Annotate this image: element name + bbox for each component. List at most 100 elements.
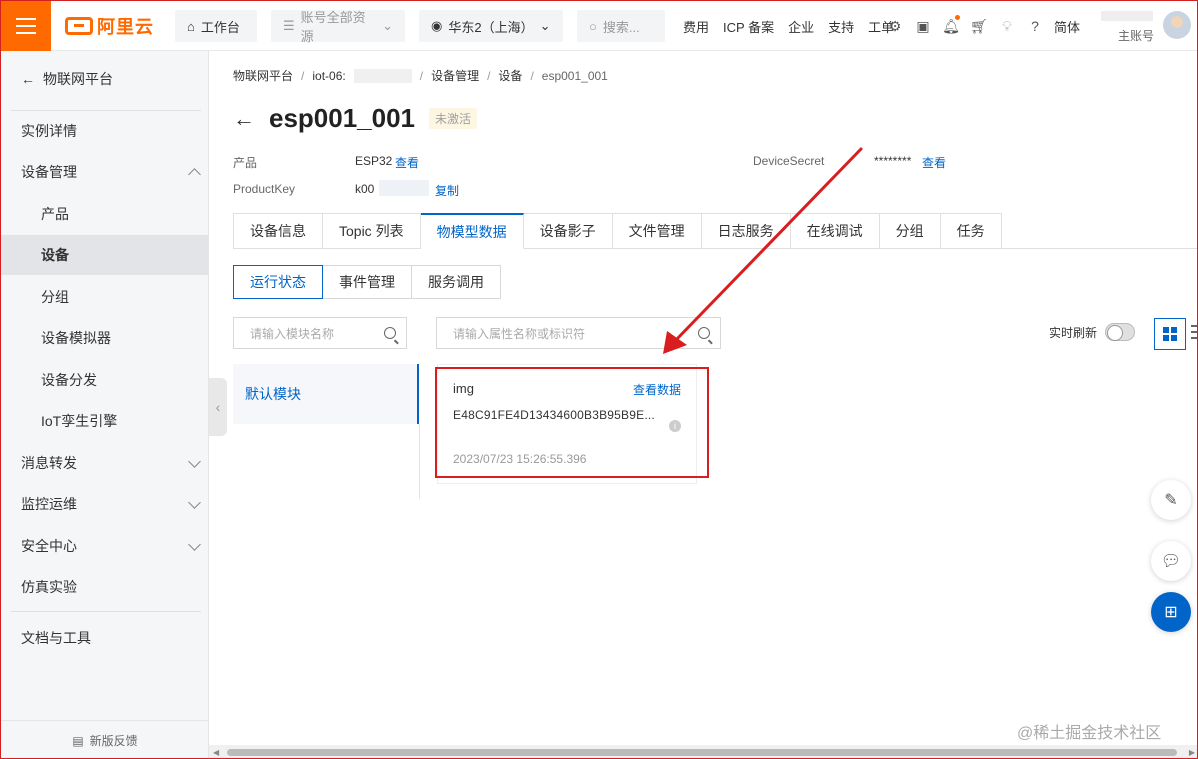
global-search-input[interactable]: ○ 搜索... <box>577 10 665 42</box>
sidebar-item-security[interactable]: 安全中心 <box>1 526 209 566</box>
module-search-input[interactable]: 请输入模块名称 <box>233 317 407 349</box>
sidebar-item-docs-tools[interactable]: 文档与工具 <box>1 618 209 658</box>
sub-tabs: 运行状态 事件管理 服务调用 <box>233 265 501 299</box>
tab-device-info[interactable]: 设备信息 <box>234 213 323 249</box>
sidebar-item-simulator[interactable]: 设备模拟器 <box>1 318 209 358</box>
sidebar-item-label: 仿真实验 <box>21 579 77 595</box>
sidebar-item-simulation-lab[interactable]: 仿真实验 <box>1 567 209 607</box>
subtab-event-management[interactable]: 事件管理 <box>322 265 412 299</box>
devicesecret-view-link[interactable]: 查看 <box>922 154 946 171</box>
arrow-left-icon: ← <box>21 71 35 87</box>
sidebar-item-groups[interactable]: 分组 <box>1 277 209 317</box>
chevron-down-icon <box>188 496 201 509</box>
breadcrumb-item[interactable]: iot-06: <box>312 69 345 83</box>
search-icon[interactable] <box>698 327 710 339</box>
copy-productkey-link[interactable]: 复制 <box>435 182 459 199</box>
feedback-label: 新版反馈 <box>89 734 138 748</box>
icp-link[interactable]: ICP 备案 <box>723 17 774 36</box>
chevron-up-icon <box>188 168 201 181</box>
subtab-service-invocation[interactable]: 服务调用 <box>411 265 501 299</box>
module-list-item-default[interactable]: 默认模块 <box>233 364 419 424</box>
subtab-running-status[interactable]: 运行状态 <box>233 265 323 299</box>
cart-icon[interactable]: 🛒︎ <box>970 17 988 35</box>
sidebar-back-link[interactable]: ← 物联网平台 <box>21 69 113 89</box>
resources-dropdown[interactable]: ☰ 账号全部资源 ⌄ <box>271 10 405 44</box>
devicesecret-label: DeviceSecret <box>753 154 825 168</box>
search-icon: ○ <box>589 18 597 34</box>
account-role[interactable]: 主账号 <box>1118 27 1154 44</box>
sidebar-item-devices[interactable]: 设备 <box>1 235 209 275</box>
breadcrumb-item[interactable]: 设备管理 <box>431 67 479 84</box>
menu-hamburger-button[interactable] <box>1 1 51 51</box>
tab-tasks[interactable]: 任务 <box>940 213 1002 249</box>
sidebar-item-device-mgmt[interactable]: 设备管理 <box>1 152 209 192</box>
enterprise-link[interactable]: 企业 <box>788 17 814 36</box>
sidebar-item-label: 安全中心 <box>21 538 77 554</box>
account-name-redacted <box>1101 11 1153 21</box>
workbench-button[interactable]: ⌂ 工作台 <box>175 10 257 42</box>
header-links: 费用 ICP 备案 企业 支持 工单 <box>683 1 894 51</box>
top-navbar: 阿里云 ⌂ 工作台 ☰ 账号全部资源 ⌄ ◉ 华东2（上海） ⌄ ○ 搜索...… <box>1 1 1197 51</box>
sidebar-item-label: 文档与工具 <box>21 630 91 646</box>
avatar[interactable] <box>1163 11 1191 39</box>
scroll-right-icon[interactable]: ▶ <box>1189 748 1195 757</box>
back-arrow-icon[interactable]: ← <box>233 106 255 132</box>
scroll-left-icon[interactable]: ◀ <box>213 748 219 757</box>
tab-online-debug[interactable]: 在线调试 <box>790 213 880 249</box>
apps-fab[interactable]: ⊞ <box>1151 592 1191 632</box>
feedback-button[interactable]: ▤ 新版反馈 <box>1 720 209 758</box>
search-icon[interactable] <box>384 327 396 339</box>
grid-view-button[interactable] <box>1154 318 1186 350</box>
console-window: 阿里云 ⌂ 工作台 ☰ 账号全部资源 ⌄ ◉ 华东2（上海） ⌄ ○ 搜索...… <box>0 0 1198 759</box>
tab-log-service[interactable]: 日志服务 <box>701 213 791 249</box>
feedback-icon: ▤ <box>72 733 84 748</box>
breadcrumb-separator: / <box>419 68 424 83</box>
sidebar: ← 物联网平台 实例详情 设备管理 产品 设备 分组 设备模拟器 设备分发 Io… <box>1 51 209 758</box>
workbench-label: 工作台 <box>200 19 240 35</box>
status-badge: 未激活 <box>429 108 478 129</box>
terminal-icon[interactable]: ▣ <box>914 17 932 35</box>
sidebar-item-message-forwarding[interactable]: 消息转发 <box>1 443 209 483</box>
sidebar-item-monitoring[interactable]: 监控运维 <box>1 484 209 524</box>
sidebar-item-instance[interactable]: 实例详情 <box>1 111 209 151</box>
apps-icon: ⊞ <box>1164 604 1178 621</box>
chevron-down-icon: ⌄ <box>382 18 393 33</box>
region-dropdown[interactable]: ◉ 华东2（上海） ⌄ <box>419 10 563 42</box>
language-switch[interactable]: 简体 <box>1054 17 1080 36</box>
scrollbar-thumb[interactable] <box>227 749 1177 756</box>
sidebar-item-products[interactable]: 产品 <box>1 194 209 234</box>
redacted-block <box>353 68 412 83</box>
edit-fab[interactable]: ✎ <box>1151 480 1191 520</box>
list-icon: ☰ <box>283 18 295 33</box>
billing-link[interactable]: 费用 <box>683 17 709 36</box>
tab-file-management[interactable]: 文件管理 <box>612 213 702 249</box>
realtime-refresh-label: 实时刷新 <box>1049 326 1098 340</box>
horizontal-scrollbar[interactable]: ◀ ▶ <box>209 745 1197 758</box>
pencil-icon: ✎ <box>1164 492 1178 509</box>
bell-icon[interactable]: 🔔︎ <box>942 15 960 35</box>
list-view-button[interactable] <box>1191 325 1197 343</box>
lightbulb-icon[interactable]: 💡︎ <box>998 17 1016 35</box>
help-icon[interactable]: ? <box>1026 17 1044 35</box>
sidebar-collapse-button[interactable]: ‹ <box>209 378 227 436</box>
breadcrumb-item[interactable]: 设备 <box>498 67 522 84</box>
tab-thing-model-data[interactable]: 物模型数据 <box>420 213 524 249</box>
search-placeholder: 搜索... <box>602 19 640 35</box>
tab-groups[interactable]: 分组 <box>879 213 941 249</box>
cloudshell-icon[interactable]: ⚙ <box>886 17 904 35</box>
support-link[interactable]: 支持 <box>828 17 854 36</box>
breadcrumb-item[interactable]: 物联网平台 <box>233 67 293 84</box>
chat-fab[interactable]: 💬︎ <box>1151 541 1191 581</box>
aliyun-logo[interactable]: 阿里云 <box>65 14 154 38</box>
sidebar-item-label: 设备 <box>41 247 69 263</box>
productkey-label: ProductKey <box>233 182 296 196</box>
sidebar-item-twin-engine[interactable]: IoT孪生引擎 <box>1 401 209 441</box>
tab-device-shadow[interactable]: 设备影子 <box>523 213 613 249</box>
productkey-value: k00 <box>355 182 375 196</box>
sidebar-item-distribution[interactable]: 设备分发 <box>1 360 209 400</box>
product-view-link[interactable]: 查看 <box>395 154 419 171</box>
watermark: @稀土掘金技术社区 <box>1017 725 1162 742</box>
tab-topic-list[interactable]: Topic 列表 <box>323 213 421 249</box>
realtime-refresh-toggle[interactable] <box>1105 323 1135 341</box>
property-search-input[interactable]: 请输入属性名称或标识符 <box>436 317 721 349</box>
